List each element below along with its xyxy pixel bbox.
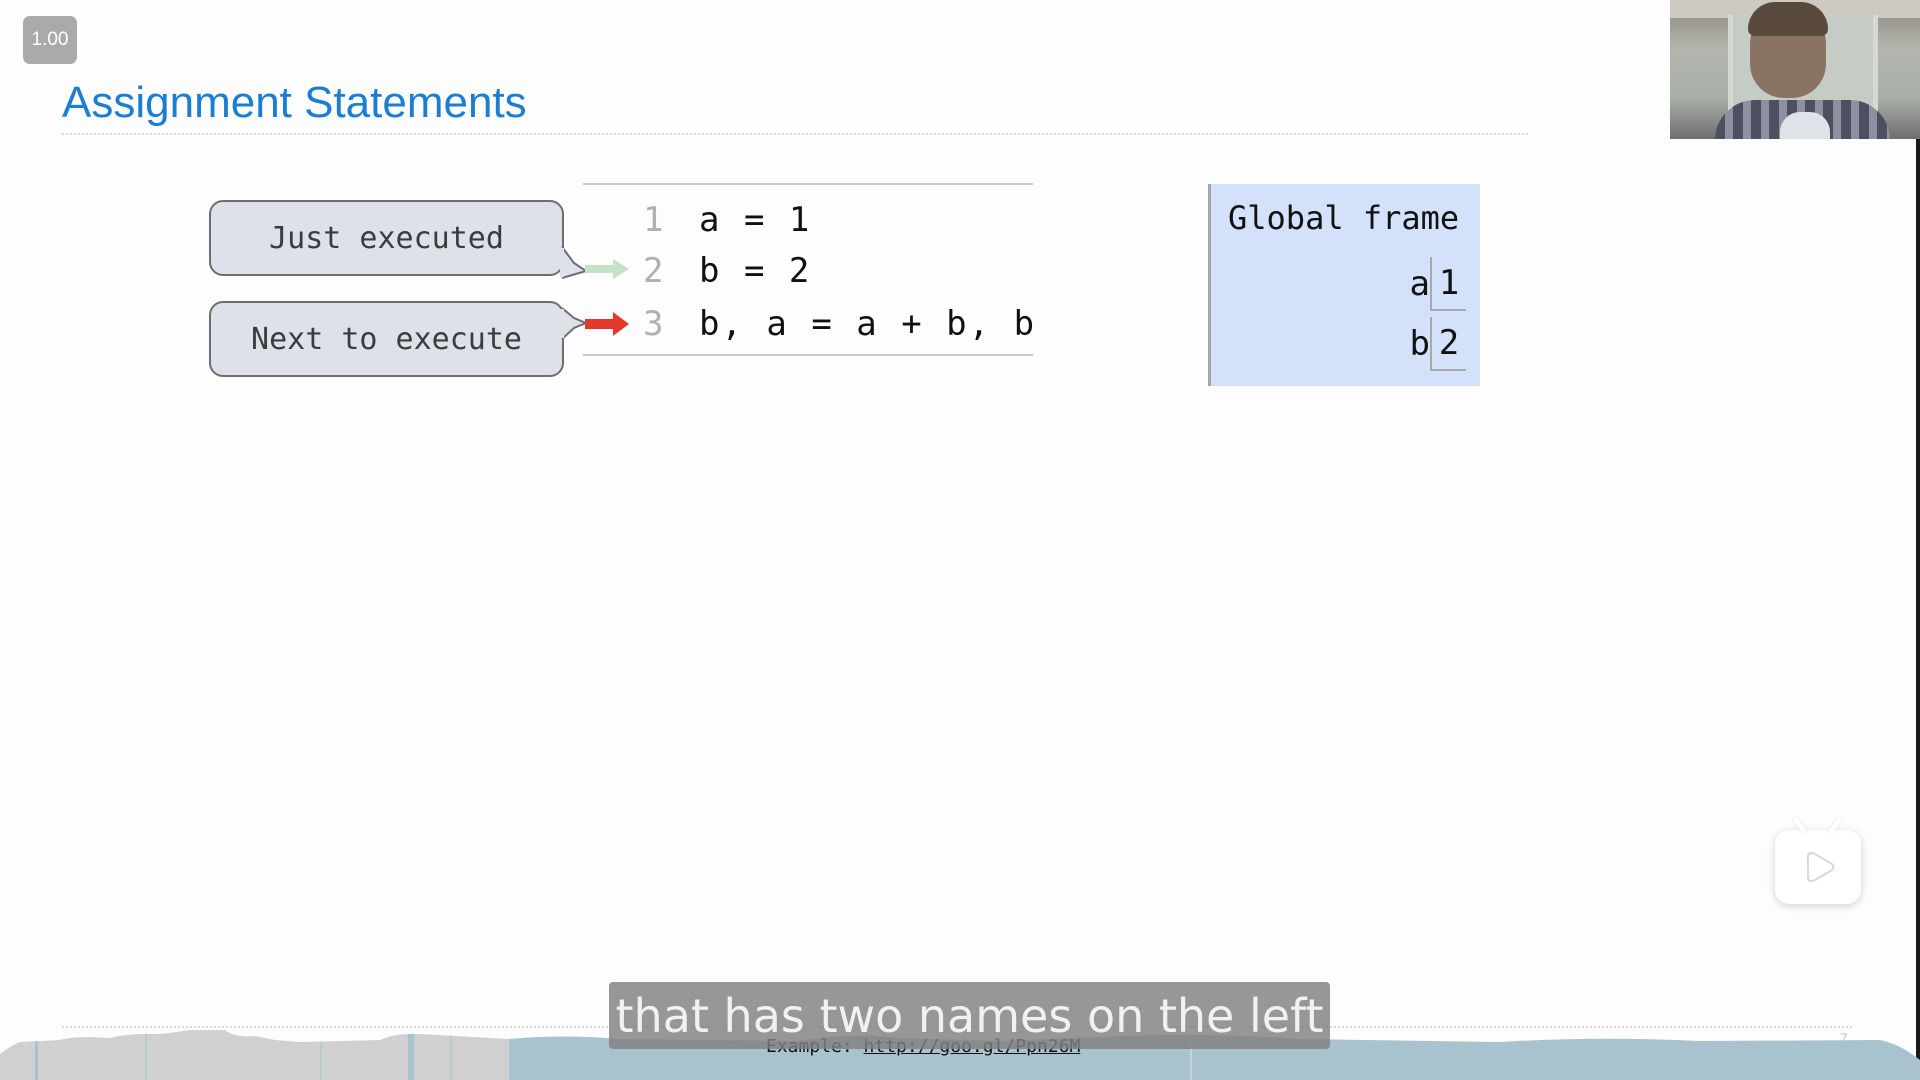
waveform-marker xyxy=(145,1030,147,1080)
video-player[interactable]: 1.00 Assignment Statements Just executed… xyxy=(0,0,1920,1080)
code-line: 3 b, a = a + b, b xyxy=(583,298,1037,350)
waveform-marker xyxy=(450,1030,452,1080)
play-icon xyxy=(1807,851,1835,883)
bilibili-play-button[interactable] xyxy=(1775,816,1861,904)
line-number: 3 xyxy=(643,304,664,344)
just-executed-label: Just executed xyxy=(269,220,504,256)
slide-title: Assignment Statements xyxy=(62,78,527,127)
tv-antenna-left xyxy=(1792,816,1807,834)
code-line: 1 a = 1 xyxy=(583,194,1033,246)
code-listing: 1 a = 1 2 b = 2 3 b, a = a + b, b xyxy=(583,183,1037,356)
waveform-played-segment xyxy=(0,1030,509,1080)
next-to-execute-callout: Next to execute xyxy=(209,301,564,377)
subtitle-caption: that has two names on the left xyxy=(609,982,1330,1049)
waveform-marker xyxy=(320,1030,322,1080)
frame-variable-value: 2 xyxy=(1430,317,1466,371)
title-divider xyxy=(62,133,1528,135)
right-edge-border xyxy=(1916,139,1920,1080)
waveform-marker xyxy=(408,1030,414,1080)
presenter-hair xyxy=(1748,2,1828,36)
presenter-webcam-video xyxy=(1670,0,1920,139)
waveform-marker xyxy=(35,1030,38,1080)
playback-speed-badge[interactable]: 1.00 xyxy=(23,16,77,64)
frame-variable-value: 1 xyxy=(1430,257,1466,311)
line-code: b = 2 xyxy=(699,251,812,291)
global-frame-title: Global frame xyxy=(1228,199,1460,237)
next-to-execute-label: Next to execute xyxy=(251,321,522,357)
frame-variable-name: b xyxy=(1409,324,1430,364)
just-executed-callout: Just executed xyxy=(209,200,564,276)
code-line: 2 b = 2 xyxy=(583,245,1033,297)
line-number: 1 xyxy=(643,200,664,240)
line-number: 2 xyxy=(643,251,664,291)
frame-variable-name: a xyxy=(1409,264,1430,304)
presenter-collar xyxy=(1780,112,1830,139)
tv-antenna-right xyxy=(1828,816,1843,834)
global-frame: Global frame a 1 b 2 xyxy=(1208,184,1480,386)
line-code: b, a = a + b, b xyxy=(699,304,1037,344)
line-code: a = 1 xyxy=(699,200,812,240)
